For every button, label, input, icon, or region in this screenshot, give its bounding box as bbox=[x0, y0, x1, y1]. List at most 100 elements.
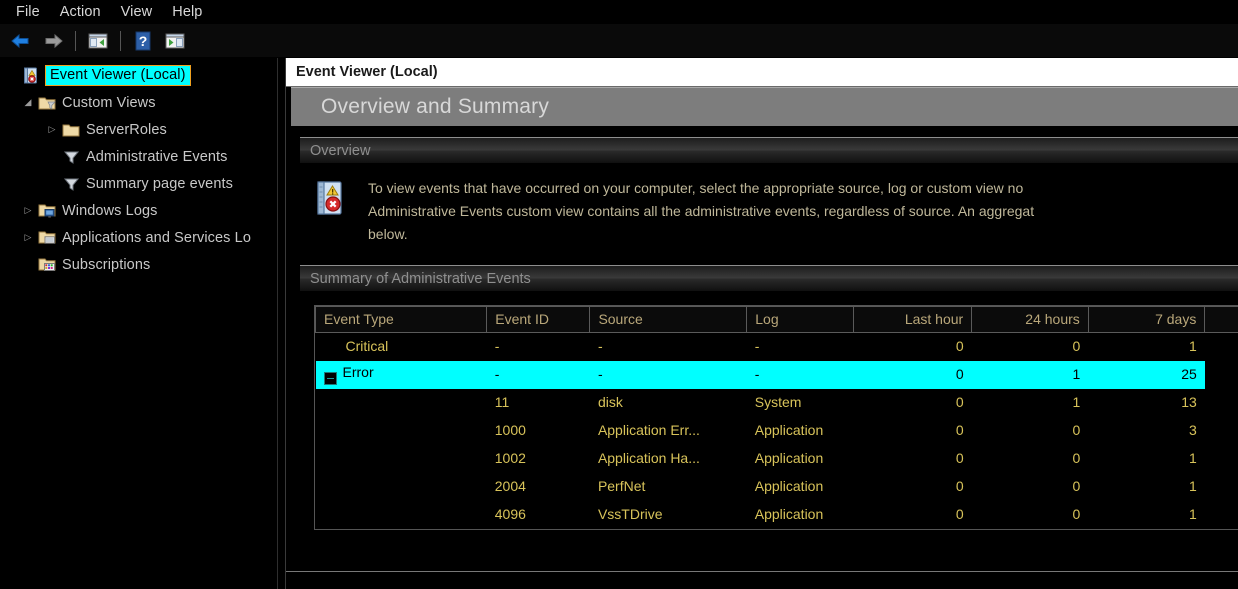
cell-log: Application bbox=[754, 422, 824, 438]
tree-expander-collapsed-icon[interactable]: ▷ bbox=[20, 232, 36, 243]
section-title: Summary of Administrative Events bbox=[310, 270, 531, 287]
tree-item-windows-logs[interactable]: ▷ Windows Logs bbox=[0, 197, 285, 224]
tree-item-label: Subscriptions bbox=[62, 256, 151, 273]
column-header-7-days[interactable]: 7 days bbox=[1087, 306, 1206, 333]
column-header-event-type[interactable]: Event Type bbox=[315, 306, 488, 333]
cell-event-type: Critical bbox=[345, 338, 389, 355]
cell-last-hour: 0 bbox=[955, 338, 964, 355]
menu-file[interactable]: File bbox=[10, 2, 54, 22]
cell-source: - bbox=[589, 360, 747, 389]
cell-last-hour: 0 bbox=[955, 506, 964, 522]
tree-expander-collapsed-icon[interactable]: ▷ bbox=[20, 205, 36, 216]
cell-7-days: 25 bbox=[1088, 360, 1205, 389]
cell-blank bbox=[1205, 473, 1238, 501]
table-row[interactable]: 11 disk System 0 1 13 bbox=[316, 389, 1238, 417]
cell-source: - bbox=[597, 338, 603, 355]
tree-item-administrative-events[interactable]: Administrative Events bbox=[0, 143, 285, 170]
cell-event-type bbox=[316, 389, 487, 417]
overview-description: To view events that have occurred on you… bbox=[368, 177, 1238, 246]
cell-event-type bbox=[316, 501, 487, 529]
overview-body: To view events that have occurred on you… bbox=[300, 163, 1238, 254]
overview-line-1: To view events that have occurred on you… bbox=[368, 180, 1024, 196]
menu-action[interactable]: Action bbox=[54, 2, 115, 22]
table-row[interactable]: Error - - - 0 1 25 bbox=[315, 360, 1238, 389]
cell-log: Application bbox=[754, 450, 824, 466]
event-viewer-book-icon bbox=[314, 177, 352, 246]
cell-24-hours: 1 bbox=[971, 360, 1089, 389]
cell-last-hour: 0 bbox=[955, 450, 964, 466]
cell-7-days: 1 bbox=[1189, 338, 1197, 355]
tree-item-server-roles[interactable]: ▷ ServerRoles bbox=[0, 116, 285, 143]
cell-event-id: 1000 bbox=[494, 422, 526, 438]
cell-24-hours: 0 bbox=[1072, 338, 1081, 355]
tree-pane-divider bbox=[277, 58, 278, 589]
main-split: Event Viewer (Local) ◢ Custom Views ▷ Se… bbox=[0, 58, 1238, 589]
table-row[interactable]: 4096 VssTDrive Application 0 0 1 bbox=[316, 501, 1238, 529]
menu-help[interactable]: Help bbox=[166, 2, 216, 22]
cell-event-type bbox=[316, 417, 487, 445]
page-title-bar: Overview and Summary bbox=[291, 87, 1238, 126]
app-services-folder-icon bbox=[36, 230, 58, 246]
page-title: Overview and Summary bbox=[321, 95, 550, 118]
tree-item-custom-views[interactable]: ◢ Custom Views bbox=[0, 89, 285, 116]
cell-source: Application Err... bbox=[597, 422, 700, 438]
custom-views-folder-icon bbox=[36, 95, 58, 111]
column-header-source[interactable]: Source bbox=[589, 306, 748, 333]
cell-source: VssTDrive bbox=[597, 506, 663, 522]
table-row[interactable]: Critical - - - 0 0 1 bbox=[316, 333, 1238, 361]
tree-item-label: Event Viewer (Local) bbox=[45, 65, 191, 86]
cell-blank bbox=[1205, 333, 1238, 361]
column-header-log[interactable]: Log bbox=[746, 306, 854, 333]
column-header-event-id[interactable]: Event ID bbox=[486, 306, 591, 333]
cell-7-days: 1 bbox=[1189, 450, 1197, 466]
forward-arrow-icon[interactable] bbox=[38, 27, 68, 55]
tree-item-subscriptions[interactable]: Subscriptions bbox=[0, 251, 285, 278]
overview-line-2: Administrative Events custom view contai… bbox=[368, 203, 1035, 219]
section-header-summary[interactable]: Summary of Administrative Events bbox=[300, 265, 1238, 291]
cell-log: System bbox=[754, 394, 802, 410]
table-row[interactable]: 1002 Application Ha... Application 0 0 1 bbox=[316, 445, 1238, 473]
subscriptions-folder-icon bbox=[36, 257, 58, 273]
help-icon[interactable]: ? bbox=[128, 27, 158, 55]
collapse-group-icon[interactable] bbox=[323, 371, 337, 385]
cell-log: - bbox=[754, 338, 760, 355]
console-tree-pane: Event Viewer (Local) ◢ Custom Views ▷ Se… bbox=[0, 58, 286, 589]
show-action-pane-icon[interactable] bbox=[160, 27, 190, 55]
section-title: Overview bbox=[310, 142, 371, 159]
cell-log: Application bbox=[754, 478, 824, 494]
cell-event-id: 11 bbox=[494, 394, 510, 410]
table-row[interactable]: 2004 PerfNet Application 0 0 1 bbox=[316, 473, 1238, 501]
menu-view[interactable]: View bbox=[115, 2, 167, 22]
content-body: Overview To view events that have occurr… bbox=[286, 126, 1238, 530]
svg-text:?: ? bbox=[139, 33, 148, 49]
cell-24-hours: 1 bbox=[1072, 394, 1081, 410]
cell-24-hours: 0 bbox=[1072, 450, 1081, 466]
tree-expander-collapsed-icon[interactable]: ▷ bbox=[44, 124, 60, 135]
tree-item-summary-page-events[interactable]: Summary page events bbox=[0, 170, 285, 197]
show-console-tree-icon[interactable] bbox=[83, 27, 113, 55]
cell-last-hour: 0 bbox=[955, 394, 964, 410]
cell-7-days: 1 bbox=[1189, 506, 1197, 522]
tree-item-label: Applications and Services Lo bbox=[62, 229, 251, 246]
cell-7-days: 13 bbox=[1181, 394, 1197, 410]
content-pane: Event Viewer (Local) Overview and Summar… bbox=[286, 58, 1238, 589]
cell-source: disk bbox=[597, 394, 623, 410]
cell-event-id: 2004 bbox=[494, 478, 526, 494]
overview-line-3: below. bbox=[368, 226, 408, 242]
cell-blank bbox=[1205, 389, 1238, 417]
section-header-overview[interactable]: Overview bbox=[300, 137, 1238, 163]
column-header-blank[interactable] bbox=[1204, 306, 1238, 333]
folder-icon bbox=[60, 122, 82, 138]
cell-event-type bbox=[316, 445, 487, 473]
cell-last-hour: 0 bbox=[853, 360, 972, 389]
table-row[interactable]: 1000 Application Err... Application 0 0 … bbox=[316, 417, 1238, 445]
cell-event-id: - bbox=[486, 360, 590, 389]
tree-expander-expanded-icon[interactable]: ◢ bbox=[20, 97, 36, 108]
tree-item-event-viewer-local[interactable]: Event Viewer (Local) bbox=[0, 62, 285, 89]
toolbar-separator-2 bbox=[120, 30, 121, 51]
column-header-24-hours[interactable]: 24 hours bbox=[971, 306, 1089, 333]
column-header-last-hour[interactable]: Last hour bbox=[852, 306, 973, 333]
tree-item-applications-and-services-logs[interactable]: ▷ Applications and Services Lo bbox=[0, 224, 285, 251]
cell-24-hours: 0 bbox=[1072, 422, 1081, 438]
back-arrow-icon[interactable] bbox=[6, 27, 36, 55]
